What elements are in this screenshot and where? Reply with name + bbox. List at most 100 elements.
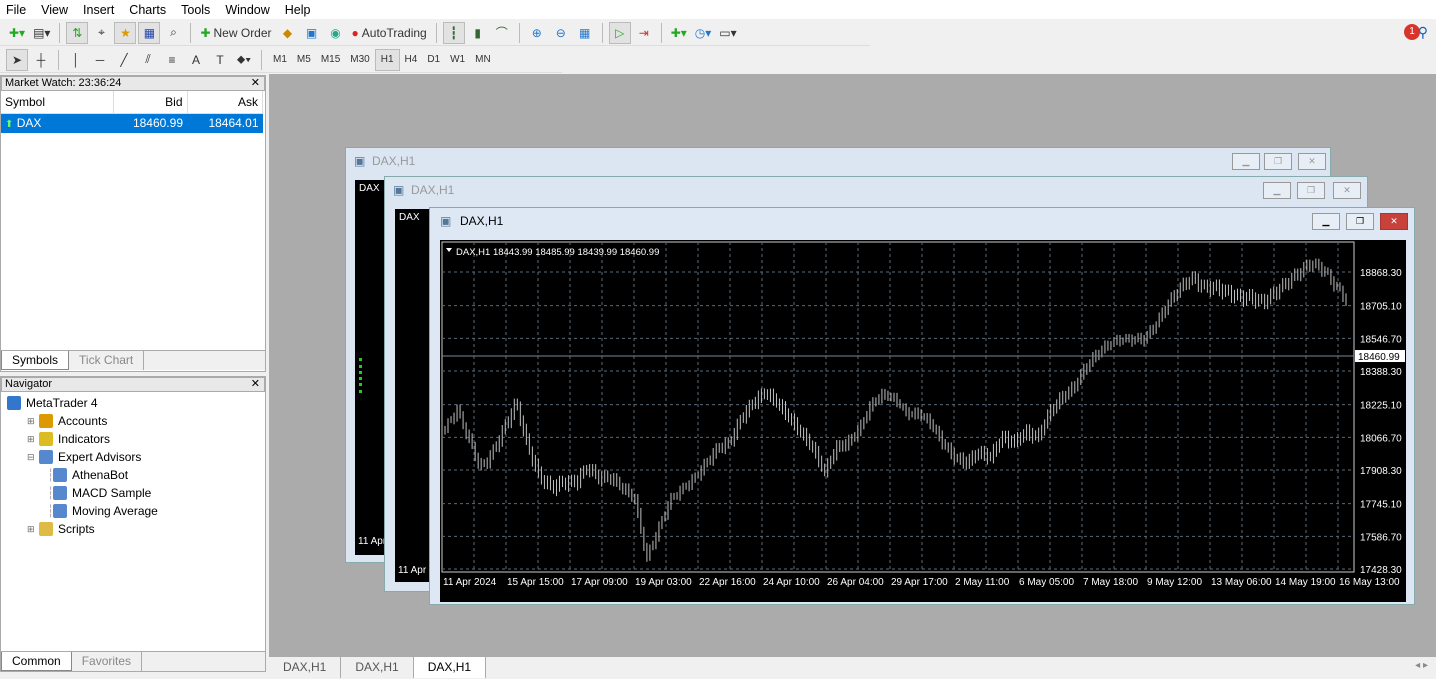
menu-file[interactable]: File [0, 3, 35, 17]
zoom-out-icon[interactable]: ⊖ [550, 22, 572, 44]
chart-bars [359, 358, 383, 393]
text-label-icon[interactable]: T [209, 49, 231, 71]
navigator-icon[interactable]: ★ [114, 21, 137, 44]
column-ask[interactable]: Ask [187, 91, 263, 114]
notification-badge[interactable]: 1 [1404, 24, 1420, 40]
navigator-item[interactable]: ⊞ Accounts [1, 412, 265, 430]
y-tick-label: 18868.30 [1360, 268, 1402, 279]
expand-icon[interactable]: ⊞ [27, 416, 39, 427]
table-row[interactable]: ⬆ DAX 18460.99 18464.01 [1, 113, 263, 133]
periods-icon[interactable]: ◷▾ [692, 22, 715, 44]
cursor-icon[interactable]: ➤ [6, 48, 28, 71]
tab-favorites[interactable]: Favorites [72, 652, 143, 671]
new-chart-icon[interactable]: ✚▾ [6, 22, 28, 44]
navigator-item[interactable]: ┆ Moving Average [1, 502, 265, 520]
chart-tab[interactable]: DAX,H1 [269, 657, 342, 678]
text-icon[interactable]: A [185, 49, 207, 71]
arrows-icon[interactable]: ⬥▾ [233, 49, 255, 71]
expand-icon[interactable]: ⊞ [27, 524, 39, 535]
menu-view[interactable]: View [35, 3, 77, 17]
navigator-item[interactable]: MetaTrader 4 [1, 394, 265, 412]
menu-tools[interactable]: Tools [175, 3, 219, 17]
scroll-arrows-icon[interactable]: ◂ ▸ [1407, 657, 1436, 678]
close-button[interactable]: ✕ [1298, 153, 1326, 170]
restore-button[interactable]: ❐ [1264, 153, 1292, 170]
horizontal-line-icon[interactable]: ─ [89, 49, 111, 71]
autotrading-button[interactable]: ● AutoTrading [349, 22, 430, 44]
timeframe-m5[interactable]: M5 [292, 49, 316, 71]
navigator-item[interactable]: ⊞ Scripts [1, 520, 265, 538]
fibonacci-icon[interactable]: ≡ [161, 49, 183, 71]
navigator-item[interactable]: ┆ MACD Sample [1, 484, 265, 502]
timeframe-m1[interactable]: M1 [268, 49, 292, 71]
chart-shift-icon[interactable]: ⇥ [633, 22, 655, 44]
menu-help[interactable]: Help [279, 3, 320, 17]
tile-windows-icon[interactable]: ▦ [574, 22, 596, 44]
expand-icon[interactable]: ⊟ [27, 452, 39, 463]
tab-symbols[interactable]: Symbols [1, 351, 70, 370]
bar-chart-icon[interactable]: ┇ [442, 21, 465, 44]
navigator-item[interactable]: ┆ AthenaBot [1, 466, 265, 484]
timeframe-h1[interactable]: H1 [374, 48, 400, 71]
tab-tick-chart[interactable]: Tick Chart [69, 351, 145, 370]
chart-tab-active[interactable]: DAX,H1 [413, 657, 487, 678]
y-tick-label: 18705.10 [1360, 302, 1402, 313]
column-symbol[interactable]: Symbol [1, 91, 114, 114]
menu-insert[interactable]: Insert [77, 3, 123, 17]
data-window-icon[interactable]: ⌖ [90, 22, 112, 44]
menu-window[interactable]: Window [219, 3, 278, 17]
autoscroll-icon[interactable]: ▷ [608, 21, 631, 44]
menu-charts[interactable]: Charts [123, 3, 175, 17]
crosshair-icon[interactable]: ┼ [30, 49, 52, 71]
column-bid[interactable]: Bid [113, 91, 188, 114]
timeframe-w1[interactable]: W1 [445, 49, 470, 71]
autotrading-icon: ● [351, 25, 359, 40]
line-chart-icon[interactable]: ⌒ [491, 22, 513, 44]
current-price-label: 18460.99 [1358, 352, 1400, 363]
new-order-button[interactable]: ✚ New Order [197, 22, 274, 44]
signals-icon[interactable]: ◉ [325, 22, 347, 44]
price-chart[interactable]: 18868.30 18705.10 18546.70 18388.30 18225.10… [440, 240, 1406, 602]
chart-label: DAX [359, 183, 380, 194]
minimize-button[interactable]: ▁ [1232, 153, 1260, 170]
strategy-tester-icon[interactable]: ⌕ [162, 22, 184, 44]
close-icon[interactable]: ✕ [251, 378, 260, 391]
timeframe-d1[interactable]: D1 [422, 49, 445, 71]
y-tick-label: 17908.30 [1360, 466, 1402, 477]
close-button[interactable]: ✕ [1380, 213, 1408, 230]
profiles-icon[interactable]: ▤▾ [30, 22, 53, 44]
vertical-line-icon[interactable]: │ [65, 49, 87, 71]
navigator-item[interactable]: ⊞ Indicators [1, 430, 265, 448]
navigator-item[interactable]: ⊟ Expert Advisors [1, 448, 265, 466]
equidistant-channel-icon[interactable]: ⫽ [137, 49, 159, 71]
expand-icon[interactable]: ⊞ [27, 434, 39, 445]
restore-button[interactable]: ❐ [1297, 182, 1325, 199]
timeframe-bar: M1 M5 M15 M30 H1 H4 D1 W1 MN [268, 48, 496, 71]
minimize-button[interactable]: ▁ [1312, 213, 1340, 230]
window-title: DAX,H1 [411, 183, 455, 197]
candlesticks-icon[interactable]: ▮ [467, 22, 489, 44]
x-tick-label: 9 May 12:00 [1147, 577, 1202, 588]
close-icon[interactable]: ✕ [251, 77, 260, 90]
templates-icon[interactable]: ▭▾ [716, 22, 739, 44]
timeframe-m30[interactable]: M30 [345, 49, 374, 71]
indicators-icon[interactable]: ✚▾ [668, 22, 690, 44]
timeframe-mn[interactable]: MN [470, 49, 496, 71]
restore-button[interactable]: ❐ [1346, 213, 1374, 230]
x-tick-label: 29 Apr 17:00 [891, 577, 948, 588]
trendline-icon[interactable]: ╱ [113, 49, 135, 71]
chart-tab[interactable]: DAX,H1 [341, 657, 414, 678]
timeframe-h4[interactable]: H4 [400, 49, 423, 71]
chart-window-icon: ▣ [393, 183, 405, 197]
tab-common[interactable]: Common [1, 652, 72, 671]
close-button[interactable]: ✕ [1333, 182, 1361, 199]
market-watch-icon[interactable]: ⇅ [66, 21, 89, 44]
chart-label: DAX [399, 212, 420, 223]
minimize-button[interactable]: ▁ [1263, 182, 1291, 199]
zoom-in-icon[interactable]: ⊕ [526, 22, 548, 44]
market-icon[interactable]: ▣ [301, 22, 323, 44]
timeframe-m15[interactable]: M15 [316, 49, 345, 71]
metaeditor-icon[interactable]: ◆ [277, 22, 299, 44]
chart-window-active[interactable]: ▣ DAX,H1 ▁ ❐ ✕ 18868.30 18705.10 18546.70 1838… [429, 207, 1415, 605]
terminal-icon[interactable]: ▦ [138, 21, 161, 44]
